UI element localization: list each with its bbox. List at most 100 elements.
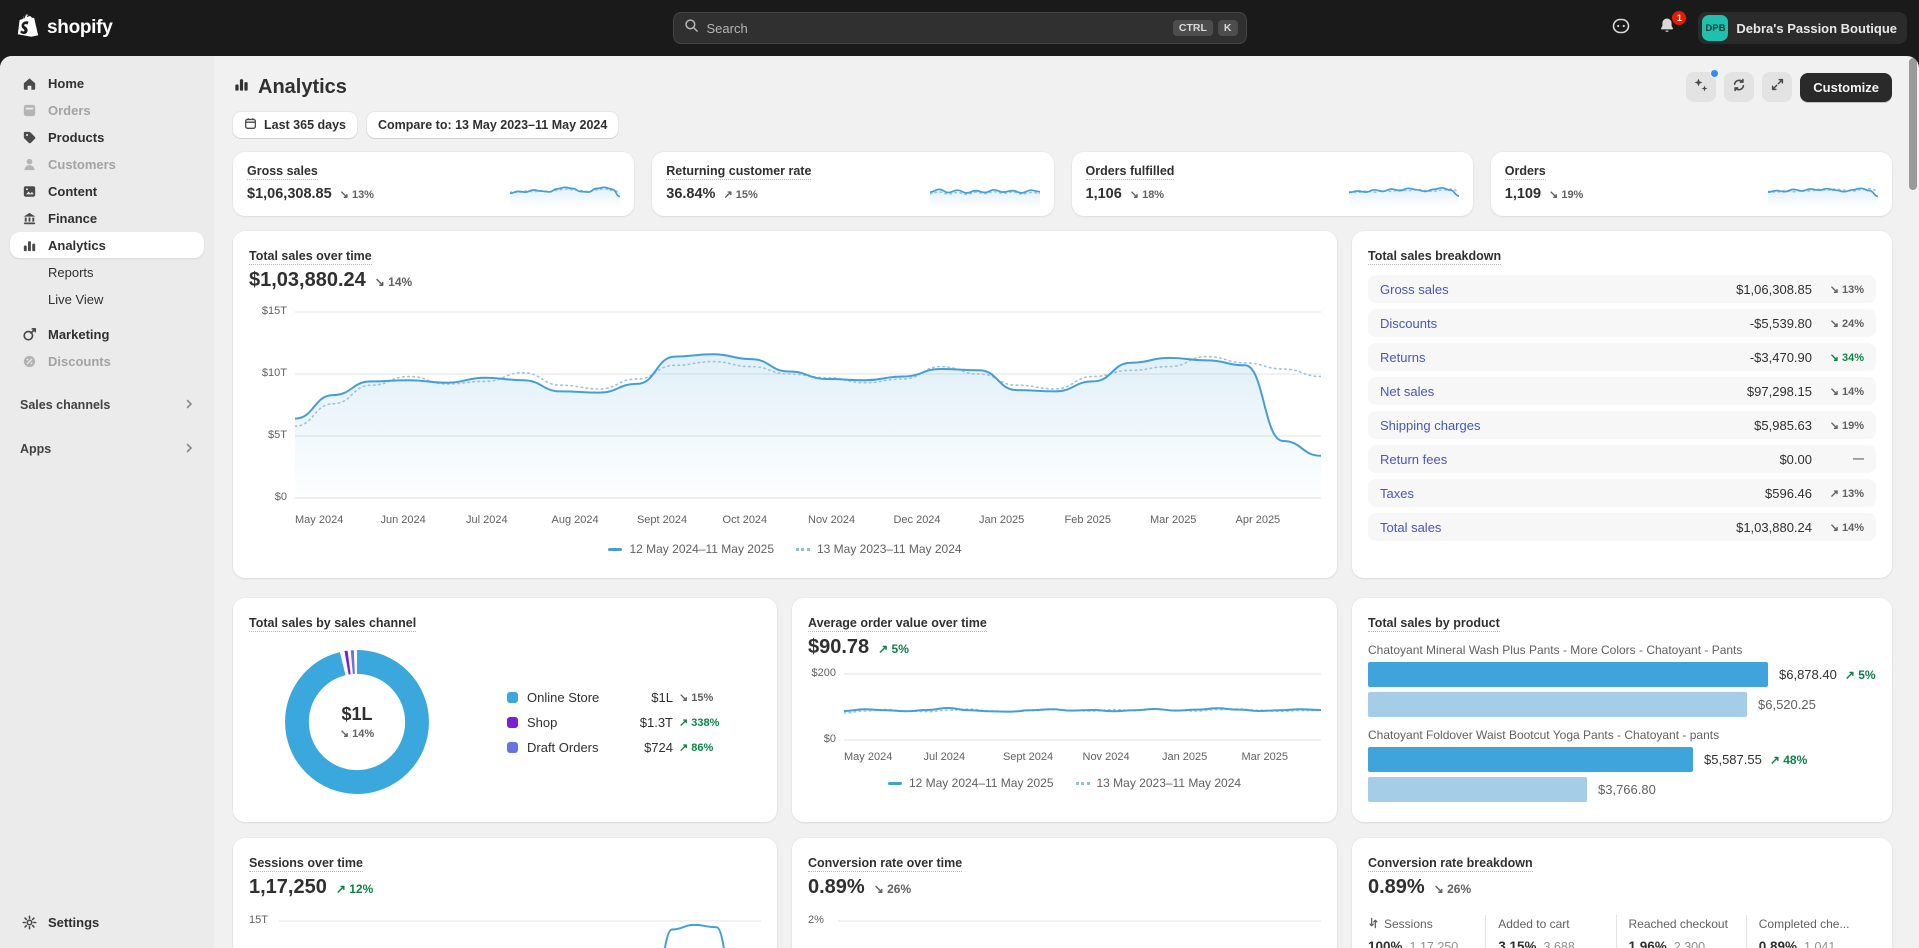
metric-change: ↗ 15% (723, 188, 757, 201)
chart-title[interactable]: Total sales by product (1368, 616, 1500, 632)
metric-card-gross-sales[interactable]: Gross sales $1,06,308.85↘ 13% (233, 152, 634, 216)
expand-button[interactable] (1762, 72, 1792, 102)
sidebar-label-finance: Finance (48, 211, 97, 226)
metric-change: ↘ 13% (340, 188, 374, 201)
chart-title[interactable]: Total sales over time (249, 249, 372, 265)
breakdown-row[interactable]: Net sales$97,298.15↘ 14% (1368, 377, 1876, 405)
sidekick-icon (1610, 15, 1632, 42)
home-icon (20, 74, 38, 92)
channel-donut-chart[interactable]: $1L ↘ 14% (267, 634, 447, 810)
sidebar-item-discounts[interactable]: Discounts (10, 348, 204, 374)
sidebar-item-settings[interactable]: Settings (10, 909, 204, 935)
sidebar: Home Orders Products Customers Content F… (0, 56, 214, 948)
sidebar-label-reports: Reports (48, 265, 94, 280)
metric-card-returning-customer-rate[interactable]: Returning customer rate 36.84% ↗ 15% (652, 152, 1053, 216)
breakdown-row[interactable]: Discounts-$5,539.80↘ 24% (1368, 309, 1876, 337)
conversion-funnel: Sessions 100%1,17,250 Added to cart 3.15… (1368, 915, 1876, 948)
y-axis-label: 2% (808, 914, 824, 926)
store-menu[interactable]: DPB Debra's Passion Boutique (1698, 12, 1907, 44)
sales-channels-label: Sales channels (20, 398, 110, 412)
metric-value: 1,109 (1505, 186, 1541, 202)
breakdown-row[interactable]: Returns-$3,470.90↘ 34% (1368, 343, 1876, 371)
sidebar-item-home[interactable]: Home (10, 70, 204, 96)
metric-title[interactable]: Orders (1505, 164, 1546, 180)
metric-title[interactable]: Gross sales (247, 164, 318, 180)
chart-value: 0.89% (808, 876, 865, 899)
breakdown-row[interactable]: Return fees$0.00— (1368, 445, 1876, 473)
shopify-wordmark: shopify (47, 17, 112, 39)
breakdown-row[interactable]: Total sales$1,03,880.24↘ 14% (1368, 513, 1876, 541)
date-range-button[interactable]: Last 365 days (233, 112, 357, 138)
sidebar-item-finance[interactable]: Finance (10, 205, 204, 231)
sidebar-label-orders: Orders (48, 103, 91, 118)
sidebar-section-apps[interactable]: Apps (10, 436, 204, 462)
chart-title[interactable]: Conversion rate breakdown (1368, 856, 1533, 872)
store-name: Debra's Passion Boutique (1736, 21, 1897, 36)
customize-button[interactable]: Customize (1800, 73, 1892, 102)
apps-label: Apps (20, 442, 51, 456)
total-sales-chart[interactable]: $15T $10T $5T $0 (295, 306, 1321, 506)
chart-title[interactable]: Conversion rate over time (808, 856, 962, 872)
sidebar-item-marketing[interactable]: Marketing (10, 321, 204, 347)
product-bar-previous[interactable] (1368, 777, 1587, 802)
metric-value: 36.84% (666, 186, 715, 202)
search-input[interactable] (707, 21, 1168, 36)
product-bar-previous[interactable] (1368, 692, 1747, 717)
legend-item-online-store[interactable]: Online Store $1L ↘ 15% (507, 690, 719, 705)
store-avatar: DPB (1702, 15, 1728, 41)
funnel-step-completed-checkout[interactable]: Completed che... 0.89%1,041 (1746, 915, 1876, 948)
chart-title[interactable]: Total sales breakdown (1368, 249, 1501, 265)
breakdown-row[interactable]: Gross sales$1,06,308.85↘ 13% (1368, 275, 1876, 303)
content-icon (20, 182, 38, 200)
conversion-chart[interactable]: 2% (808, 911, 1321, 948)
sidebar-item-analytics[interactable]: Analytics (10, 232, 204, 258)
sidebar-label-analytics: Analytics (48, 238, 106, 253)
product-bar-current[interactable] (1368, 662, 1768, 687)
chart-change: ↘ 26% (1434, 882, 1471, 896)
legend-item-shop[interactable]: Shop $1.3T ↗ 338% (507, 715, 719, 730)
shopify-logo[interactable]: shopify (16, 13, 112, 44)
funnel-step-sessions[interactable]: Sessions 100%1,17,250 (1368, 915, 1485, 948)
aov-chart[interactable]: $200 $0 (844, 669, 1321, 745)
compare-button[interactable]: Compare to: 13 May 2023–11 May 2024 (367, 112, 618, 138)
sidebar-item-customers[interactable]: Customers (10, 151, 204, 177)
y-axis-label: $200 (812, 667, 836, 679)
sessions-over-time-card: Sessions over time 1,17,250 ↗ 12% 15T (233, 838, 777, 948)
y-axis-label: $10T (262, 367, 287, 379)
metric-card-orders[interactable]: Orders 1,109↘ 19% (1491, 152, 1892, 216)
breakdown-row[interactable]: Shipping charges$5,985.63↘ 19% (1368, 411, 1876, 439)
metric-card-orders-fulfilled[interactable]: Orders fulfilled 1,106↘ 18% (1072, 152, 1473, 216)
sidebar-item-orders[interactable]: Orders (10, 97, 204, 123)
swatch-draft-orders (507, 742, 518, 753)
vertical-scrollbar[interactable] (1909, 58, 1917, 190)
refresh-button[interactable] (1724, 72, 1754, 102)
y-axis-label: $5T (268, 429, 287, 441)
sidebar-section-sales-channels[interactable]: Sales channels (10, 392, 204, 418)
chart-title[interactable]: Total sales by sales channel (249, 616, 416, 632)
insights-button[interactable] (1686, 72, 1716, 102)
sidebar-label-discounts: Discounts (48, 354, 111, 369)
breakdown-row[interactable]: Taxes$596.46↗ 13% (1368, 479, 1876, 507)
global-search[interactable]: CTRL K (673, 12, 1247, 44)
chart-title[interactable]: Sessions over time (249, 856, 363, 872)
product-bar-current[interactable] (1368, 747, 1693, 772)
sidekick-button[interactable] (1606, 13, 1636, 43)
total-sales-breakdown-card: Total sales breakdown Gross sales$1,06,3… (1352, 231, 1892, 578)
chevron-right-icon (184, 442, 194, 456)
metric-title[interactable]: Returning customer rate (666, 164, 811, 180)
funnel-step-added-to-cart[interactable]: Added to cart 3.15%3,688 (1485, 915, 1615, 948)
funnel-step-reached-checkout[interactable]: Reached checkout 1.96%2,300 (1616, 915, 1746, 948)
sidebar-item-products[interactable]: Products (10, 124, 204, 150)
sidebar-item-reports[interactable]: Reports (10, 259, 204, 285)
search-icon (684, 18, 699, 38)
notifications-button[interactable]: 1 (1652, 13, 1682, 43)
sessions-chart[interactable]: 15T (249, 911, 761, 948)
sales-by-product-card: Total sales by product Chatoyant Mineral… (1352, 598, 1892, 822)
legend-item-draft-orders[interactable]: Draft Orders $724 ↗ 86% (507, 740, 719, 755)
x-axis: May 2024 Jun 2024 Jul 2024 Aug 2024 Sept… (295, 514, 1321, 530)
chart-title[interactable]: Average order value over time (808, 616, 987, 632)
sidebar-item-live-view[interactable]: Live View (10, 286, 204, 312)
swatch-online-store (507, 692, 518, 703)
metric-title[interactable]: Orders fulfilled (1086, 164, 1175, 180)
sidebar-item-content[interactable]: Content (10, 178, 204, 204)
